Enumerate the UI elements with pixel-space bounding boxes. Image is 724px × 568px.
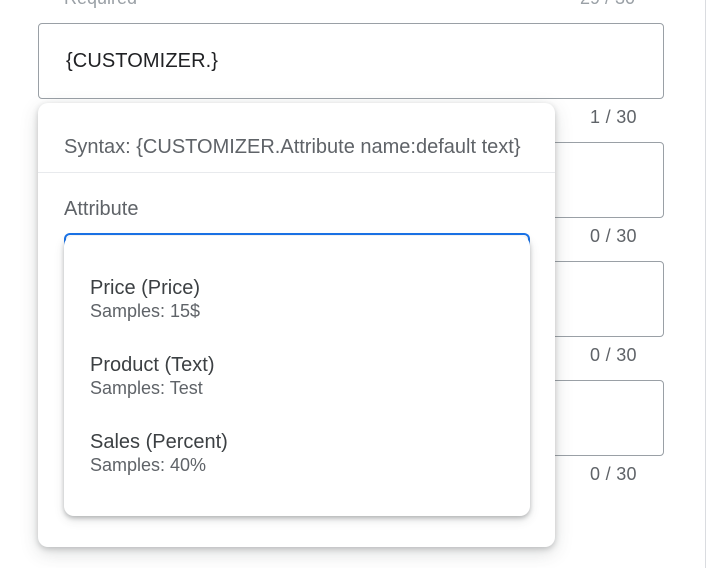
syntax-hint: Syntax: {CUSTOMIZER.Attribute name:defau… — [64, 136, 521, 158]
character-counter-1: 1 / 30 — [590, 107, 637, 127]
option-name: Sales (Percent) — [90, 431, 228, 453]
required-helper-text: Required — [64, 0, 137, 9]
customizer-popup: Syntax: {CUSTOMIZER.Attribute name:defau… — [38, 103, 555, 547]
attribute-dropdown-menu: Price (Price) Samples: 15$ Product (Text… — [64, 236, 530, 516]
top-character-counter: 29 / 30 — [580, 0, 635, 9]
attribute-option-product[interactable]: Product (Text) Samples: Test — [90, 353, 490, 399]
text-field-1[interactable]: {CUSTOMIZER.} — [38, 23, 664, 99]
panel-right-border — [705, 0, 706, 568]
popup-divider — [38, 172, 555, 173]
character-counter-3: 0 / 30 — [590, 345, 637, 365]
character-counter-2: 0 / 30 — [590, 226, 637, 246]
attribute-label: Attribute — [64, 198, 139, 220]
option-name: Product (Text) — [90, 354, 215, 376]
attribute-option-price[interactable]: Price (Price) Samples: 15$ — [90, 276, 490, 322]
option-name: Price (Price) — [90, 277, 201, 299]
option-sample: Samples: Test — [90, 378, 203, 398]
text-field-1-value: {CUSTOMIZER.} — [66, 50, 219, 72]
option-sample: Samples: 40% — [90, 455, 207, 475]
option-sample: Samples: 15$ — [90, 301, 201, 321]
attribute-option-sales[interactable]: Sales (Percent) Samples: 40% — [90, 430, 490, 476]
character-counter-4: 0 / 30 — [590, 464, 637, 484]
